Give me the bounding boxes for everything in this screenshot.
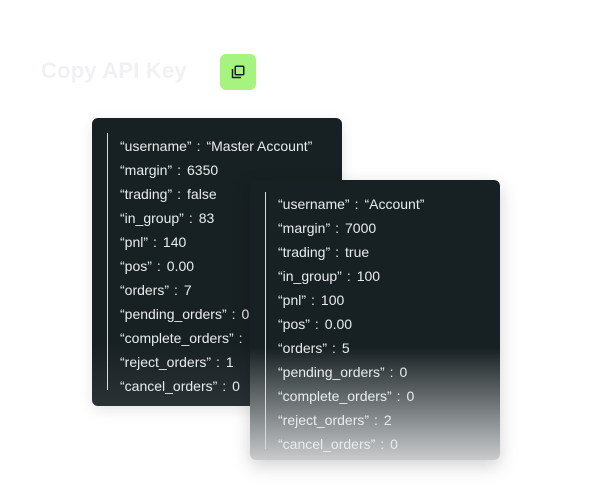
- json-key: “trading”: [120, 186, 173, 202]
- json-key: “cancel_orders”: [120, 378, 218, 394]
- json-value: 0: [406, 388, 415, 404]
- json-separator: :: [188, 210, 193, 226]
- json-value: true: [345, 244, 370, 260]
- json-separator: :: [380, 436, 385, 452]
- json-key: “pos”: [120, 258, 152, 274]
- json-line-margin: “margin”:7000: [278, 216, 500, 240]
- json-line-username: “username”: “Master Account”: [120, 134, 342, 158]
- json-key: “orders”: [278, 340, 328, 356]
- json-line-orders: “orders”:5: [278, 336, 500, 360]
- json-key: “trading”: [278, 244, 331, 260]
- json-key: “pending_orders”: [278, 364, 385, 380]
- json-line-pending-orders: “pending_orders”:0: [278, 360, 500, 384]
- json-line-pnl: “pnl”:100: [278, 288, 500, 312]
- json-key: “reject_orders”: [120, 354, 212, 370]
- json-separator: :: [332, 340, 336, 356]
- json-key: “in_group”: [120, 210, 184, 226]
- json-key: “username”: [120, 138, 192, 154]
- json-value: 7000: [345, 220, 377, 236]
- card-divider: [107, 133, 108, 390]
- json-lines: “username”: “Account” “margin”:7000 “trad…: [278, 192, 500, 456]
- header: Copy API Key: [41, 58, 187, 84]
- json-line-cancel-orders: “cancel_orders”:0: [278, 432, 500, 456]
- json-value: “Account”: [364, 196, 425, 212]
- json-value: 0: [390, 436, 398, 452]
- card-divider: [265, 192, 266, 449]
- json-line-margin: “margin”:6350: [120, 158, 342, 182]
- json-separator: :: [354, 196, 359, 212]
- json-key: “complete_orders”: [120, 330, 234, 346]
- json-separator: :: [177, 162, 182, 178]
- json-value: false: [187, 186, 217, 202]
- json-separator: :: [174, 282, 178, 298]
- json-key: “complete_orders”: [278, 388, 392, 404]
- json-key: “pending_orders”: [120, 306, 227, 322]
- json-separator: :: [346, 268, 351, 284]
- json-key: “username”: [278, 196, 350, 212]
- json-separator: :: [314, 316, 319, 332]
- json-separator: :: [156, 258, 161, 274]
- json-separator: :: [238, 330, 243, 346]
- json-separator: :: [196, 138, 201, 154]
- json-separator: :: [335, 244, 340, 260]
- json-value: 6350: [187, 162, 219, 178]
- json-line-in-group: “in_group”:100: [278, 264, 500, 288]
- json-separator: :: [311, 292, 315, 308]
- json-value: “Master Account”: [206, 138, 313, 154]
- json-key: “margin”: [120, 162, 173, 178]
- json-line-reject-orders: “reject_orders”:2: [278, 408, 500, 432]
- json-line-trading: “trading”: true: [278, 240, 500, 264]
- json-value: 0: [241, 306, 250, 322]
- json-value: 2: [383, 412, 392, 428]
- json-separator: :: [396, 388, 401, 404]
- copy-api-key-button[interactable]: [220, 54, 256, 90]
- json-value: 5: [341, 340, 350, 356]
- json-separator: :: [335, 220, 340, 236]
- json-separator: :: [374, 412, 378, 428]
- json-key: “cancel_orders”: [278, 436, 376, 452]
- json-key: “in_group”: [278, 268, 342, 284]
- json-key: “orders”: [120, 282, 170, 298]
- json-key: “margin”: [278, 220, 331, 236]
- json-value: 83: [198, 210, 215, 226]
- json-separator: :: [177, 186, 182, 202]
- json-value: 100: [356, 268, 381, 284]
- json-value: 7: [183, 282, 192, 298]
- page-title: Copy API Key: [41, 58, 187, 83]
- json-value: 1: [225, 354, 234, 370]
- json-line-complete-orders: “complete_orders”:0: [278, 384, 500, 408]
- json-key: “pnl”: [120, 234, 149, 250]
- json-key: “reject_orders”: [278, 412, 370, 428]
- json-value: 140: [162, 234, 187, 250]
- json-value: 100: [320, 292, 345, 308]
- json-line-pos: “pos”:0.00: [278, 312, 500, 336]
- json-key: “pos”: [278, 316, 310, 332]
- json-separator: :: [389, 364, 394, 380]
- json-value: 0: [232, 378, 240, 394]
- json-key: “pnl”: [278, 292, 307, 308]
- json-separator: :: [231, 306, 236, 322]
- json-value: 0.00: [324, 316, 353, 332]
- json-separator: :: [222, 378, 227, 394]
- json-separator: :: [153, 234, 157, 250]
- account-card: “username”: “Account” “margin”:7000 “trad…: [250, 180, 500, 460]
- json-separator: :: [216, 354, 220, 370]
- copy-icon: [231, 65, 245, 79]
- json-line-username: “username”: “Account”: [278, 192, 500, 216]
- json-value: 0.00: [166, 258, 195, 274]
- json-value: 0: [399, 364, 408, 380]
